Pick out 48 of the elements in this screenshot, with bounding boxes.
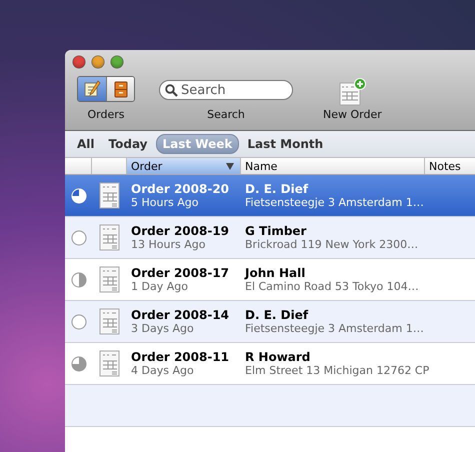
search-field[interactable]: Search [159, 80, 293, 100]
customer-address: Fietsensteegje 3 Amsterdam 1… [245, 322, 425, 335]
order-sheet-icon [98, 182, 120, 210]
customer-address: Brickroad 119 New York 2300… [245, 238, 420, 251]
customer-address: Fietsensteegje 3 Amsterdam 1… [245, 196, 425, 209]
notepad-pencil-button[interactable] [78, 77, 106, 101]
order-number: Order 2008-19 [131, 224, 230, 238]
zoom-button[interactable] [111, 56, 123, 68]
customer-name: John Hall [245, 266, 306, 280]
order-age: 4 Days Ago [131, 364, 195, 377]
order-number: Order 2008-14 [131, 308, 230, 322]
column-header[interactable]: Notes [425, 158, 475, 174]
customer-name: G Timber [245, 224, 308, 238]
order-age: 13 Hours Ago [131, 238, 206, 251]
sort-arrow-icon [226, 162, 234, 170]
notepad-pencil-icon [83, 80, 101, 98]
order-sheet-icon [98, 308, 120, 336]
orders-label: Orders [88, 108, 124, 121]
order-age: 3 Days Ago [131, 322, 195, 335]
order-number: Order 2008-11 [131, 350, 230, 364]
customer-name: D. E. Dief [245, 308, 310, 322]
search-label: Search [207, 108, 245, 121]
search-icon [165, 84, 178, 97]
order-row[interactable]: Order 2008-19 13 Hours Ago G Timber Brickroad 119 New York 2300… [65, 217, 475, 259]
order-row[interactable]: Order 2008-20 5 Hours Ago D. E. Dief Fietsensteegje 3 Amsterdam 1… [65, 175, 475, 217]
order-sheet-icon [98, 350, 120, 378]
customer-address: Elm Street 13 Michigan 12762 CP [245, 364, 430, 377]
close-button[interactable] [73, 56, 85, 68]
column-header[interactable]: Name [241, 158, 425, 174]
cabinet-icon [112, 80, 130, 98]
order-row[interactable]: Order 2008-14 3 Days Ago D. E. Dief Fietsensteegje 3 Amsterdam 1… [65, 301, 475, 343]
filter-tab[interactable]: All [71, 135, 101, 153]
filter-tab[interactable]: Last Month [241, 135, 330, 153]
order-number: Order 2008-17 [131, 266, 230, 280]
order-age: 1 Day Ago [131, 280, 189, 293]
customer-name: D. E. Dief [245, 182, 310, 196]
customer-name: R Howard [245, 350, 312, 364]
column-header[interactable]: Order [127, 158, 241, 174]
new-order-button[interactable]: New Order [323, 78, 382, 121]
order-sheet-icon [98, 224, 120, 252]
minimize-button[interactable] [92, 56, 104, 68]
cabinet-button[interactable] [106, 77, 134, 101]
order-sheet-icon [98, 266, 120, 294]
filter-tab[interactable]: Today [102, 135, 154, 153]
order-age: 5 Hours Ago [131, 196, 200, 209]
order-number: Order 2008-20 [131, 182, 230, 196]
customer-address: El Camino Road 53 Tokyo 104… [245, 280, 420, 293]
add-sheet-icon [337, 78, 368, 106]
